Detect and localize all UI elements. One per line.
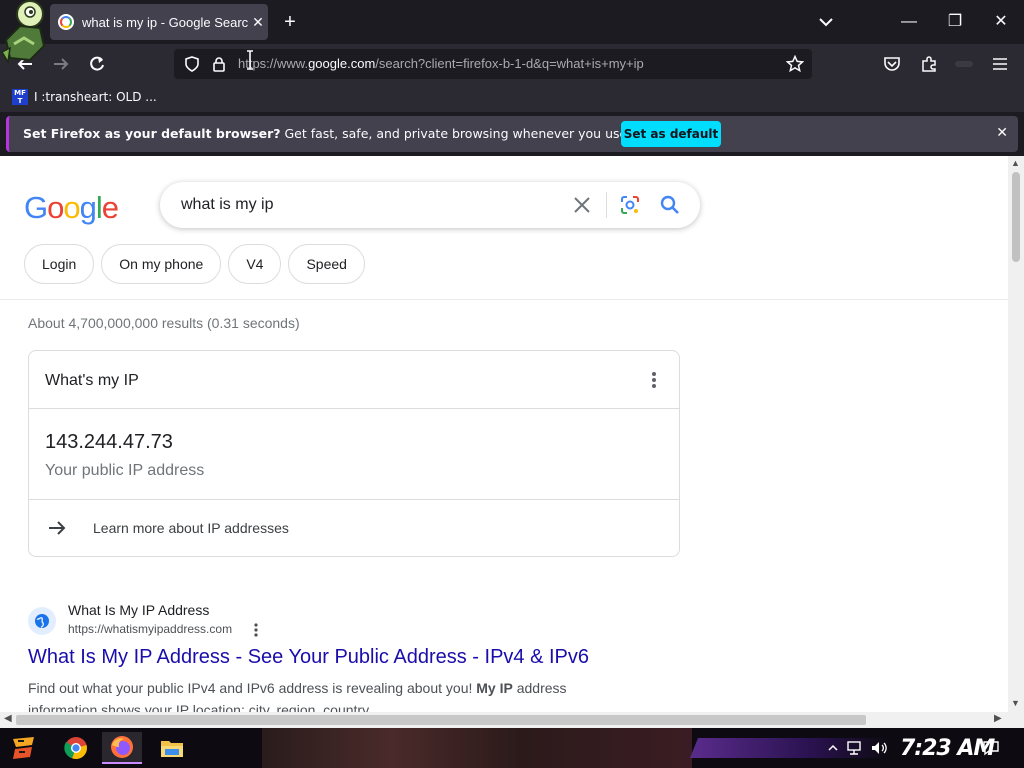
logo-letter: o [63,190,80,225]
chrome-icon [64,737,87,760]
horizontal-scrollbar[interactable]: ◀ ▶ [0,712,1024,728]
notification-text: Set Firefox as your default browser? Get… [23,126,686,141]
set-as-default-button[interactable]: Set as default [621,121,721,147]
notifications-icon[interactable] [982,740,1000,756]
bookmark-item[interactable]: MF T I :transheart: OLD ... [12,89,157,105]
menu-button[interactable] [987,52,1013,76]
ip-caption: Your public IP address [45,462,205,479]
scroll-down-icon[interactable]: ▼ [1011,698,1020,708]
taskbar-chrome[interactable] [56,732,96,764]
pocket-icon [884,57,900,71]
ip-answer-card: What's my IP 143.244.47.73 Your public I… [28,350,680,557]
google-lens-icon[interactable] [618,193,642,217]
bookmark-star-icon[interactable] [786,55,804,73]
search-divider [606,192,607,218]
google-favicon-icon [58,14,74,30]
tab-strip: what is my ip - Google Search ✕ + — ❐ ✕ [0,0,1024,65]
bookmark-label: I :transheart: OLD ... [34,90,157,104]
horizontal-scroll-thumb[interactable] [16,715,866,725]
tab-title: what is my ip - Google Search [82,14,248,30]
minimize-button[interactable]: — [886,10,932,34]
close-window-button[interactable]: ✕ [978,10,1024,34]
result-site-name[interactable]: What Is My IP Address [68,602,209,618]
result-stats: About 4,700,000,000 results (0.31 second… [28,315,300,331]
taskbar-wallpaper [262,728,692,768]
network-icon[interactable] [846,740,864,756]
character-sticker-icon [0,0,46,65]
lock-icon[interactable] [210,55,228,73]
hamburger-menu-icon [993,58,1007,70]
result-url[interactable]: https://whatismyipaddress.com [68,622,232,636]
volume-icon[interactable] [870,740,888,756]
taskbar: 7:23 AM [0,728,1024,768]
reload-icon [90,56,104,71]
url-host: google.com [308,56,376,71]
tab-close-icon[interactable]: ✕ [248,14,268,31]
vertical-scroll-thumb[interactable] [1012,172,1020,262]
vertical-scrollbar[interactable]: ▲ ▼ [1008,156,1024,712]
more-options-icon[interactable] [651,371,657,389]
default-browser-notification: Set Firefox as your default browser? Get… [0,112,1024,156]
search-icon[interactable] [658,193,682,217]
taskbar-file-explorer[interactable] [152,732,192,764]
card-divider [29,408,679,409]
google-logo[interactable]: Google [24,190,119,226]
logo-letter: g [79,190,97,225]
learn-more-link[interactable]: Learn more about IP addresses [93,520,289,536]
ip-card-title: What's my IP [45,372,139,389]
globe-icon[interactable] [28,607,56,635]
scroll-up-icon[interactable]: ▲ [1011,158,1020,168]
tray-chevron-icon[interactable] [824,740,842,756]
bookmarks-toolbar: MF T I :transheart: OLD ... [0,84,1024,112]
taskbar-clock[interactable]: 7:23 AM [900,736,995,761]
reload-button[interactable] [84,52,110,76]
scroll-left-icon[interactable]: ◀ [4,713,12,724]
url-text[interactable]: https://www.google.com/search?client=fir… [238,56,644,71]
notification-close-icon[interactable]: ✕ [996,124,1008,141]
arrow-right-icon[interactable] [47,519,67,537]
new-tab-button[interactable]: + [279,11,301,33]
result-snippet: Find out what your public IPv4 and IPv6 … [28,680,567,712]
result-title-link[interactable]: What Is My IP Address - See Your Public … [28,646,589,669]
firefox-icon [111,736,133,758]
puzzle-piece-icon [922,56,936,72]
pocket-button[interactable] [879,52,905,76]
search-box[interactable]: what is my ip [160,182,700,228]
search-chips: Login On my phone V4 Speed [24,244,365,284]
address-bar[interactable]: https://www.google.com/search?client=fir… [174,49,812,79]
chip-on-my-phone[interactable]: On my phone [101,244,222,284]
clear-search-icon[interactable] [570,194,594,216]
logo-letter: o [47,190,64,225]
logo-letter: e [101,190,119,225]
ip-address-value: 143.244.47.73 [45,431,173,453]
file-explorer-icon [161,741,183,757]
taskbar-firefox[interactable] [102,732,142,764]
chip-v4[interactable]: V4 [228,244,282,284]
logo-letter: G [24,190,48,225]
chip-login[interactable]: Login [24,244,95,284]
start-button[interactable] [4,732,44,764]
page-content: Google what is my ip Login On my phone V… [0,156,1024,712]
result-more-options-icon[interactable] [254,623,258,637]
card-divider [29,499,679,500]
tracking-shield-icon[interactable] [183,55,201,73]
chevron-down-icon[interactable] [814,12,838,32]
active-tab[interactable]: what is my ip - Google Search ✕ [50,4,268,40]
account-icon [955,61,973,67]
search-input[interactable]: what is my ip [181,196,273,214]
account-button[interactable] [951,52,977,76]
chip-speed[interactable]: Speed [288,244,365,284]
text-cursor-icon [247,50,253,70]
scroll-right-icon[interactable]: ▶ [994,713,1002,724]
start-icon [13,737,34,759]
maximize-button[interactable]: ❐ [932,10,978,34]
bookmark-favicon-icon: MF T [12,89,28,105]
navigation-toolbar: https://www.google.com/search?client=fir… [0,44,1024,84]
header-divider [0,299,1008,300]
extensions-button[interactable] [916,52,942,76]
